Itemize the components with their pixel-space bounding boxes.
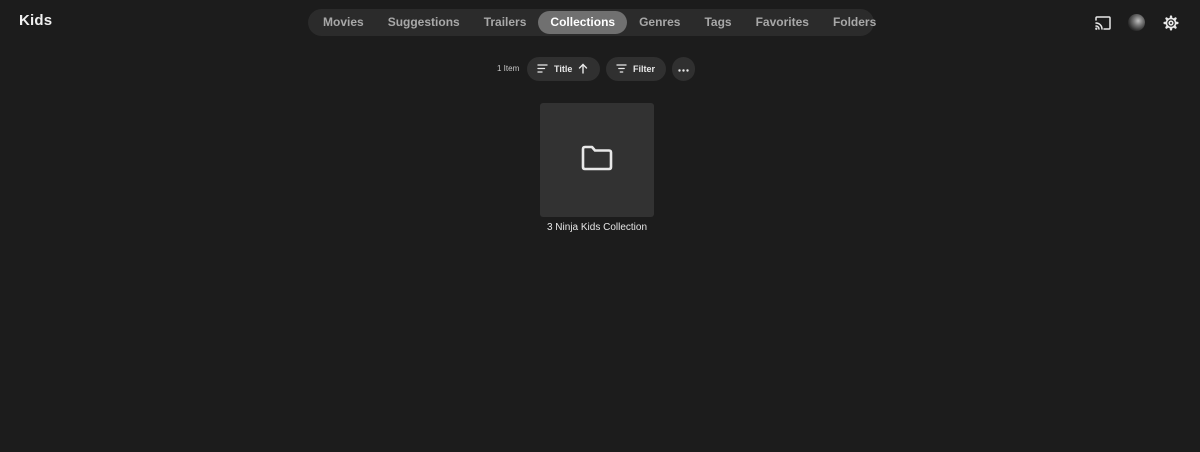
collection-card: 3 Ninja Kids Collection: [540, 103, 654, 233]
filter-button[interactable]: Filter: [606, 57, 666, 81]
tab-favorites[interactable]: Favorites: [744, 11, 821, 34]
filter-icon: [616, 63, 627, 75]
sort-button[interactable]: Title: [527, 57, 600, 81]
more-horizontal-icon: [678, 64, 689, 74]
header: Kids Movies Suggestions Trailers Collect…: [0, 0, 1200, 46]
item-count: 1 Item: [497, 64, 520, 73]
tab-tags[interactable]: Tags: [692, 11, 743, 34]
collection-thumbnail[interactable]: [540, 103, 654, 217]
arrow-up-icon: [578, 63, 588, 76]
cast-icon[interactable]: [1093, 13, 1112, 32]
header-actions: [1093, 13, 1180, 32]
folder-icon: [580, 144, 614, 177]
sort-icon: [537, 63, 548, 75]
collection-title[interactable]: 3 Ninja Kids Collection: [517, 222, 677, 233]
tab-bar: Movies Suggestions Trailers Collections …: [308, 9, 876, 36]
tab-trailers[interactable]: Trailers: [472, 11, 539, 34]
more-options-button[interactable]: [672, 57, 695, 81]
list-toolbar: 1 Item Title Filter: [0, 57, 1200, 81]
sort-label: Title: [554, 64, 573, 74]
filter-label: Filter: [633, 64, 656, 74]
tab-collections[interactable]: Collections: [538, 11, 628, 34]
tab-suggestions[interactable]: Suggestions: [376, 11, 472, 34]
tab-movies[interactable]: Movies: [311, 11, 376, 34]
tab-genres[interactable]: Genres: [627, 11, 692, 34]
page-title: Kids: [19, 12, 53, 29]
gear-icon[interactable]: [1161, 13, 1180, 32]
tab-folders[interactable]: Folders: [821, 11, 888, 34]
avatar: [1128, 14, 1145, 31]
user-avatar[interactable]: [1127, 13, 1146, 32]
